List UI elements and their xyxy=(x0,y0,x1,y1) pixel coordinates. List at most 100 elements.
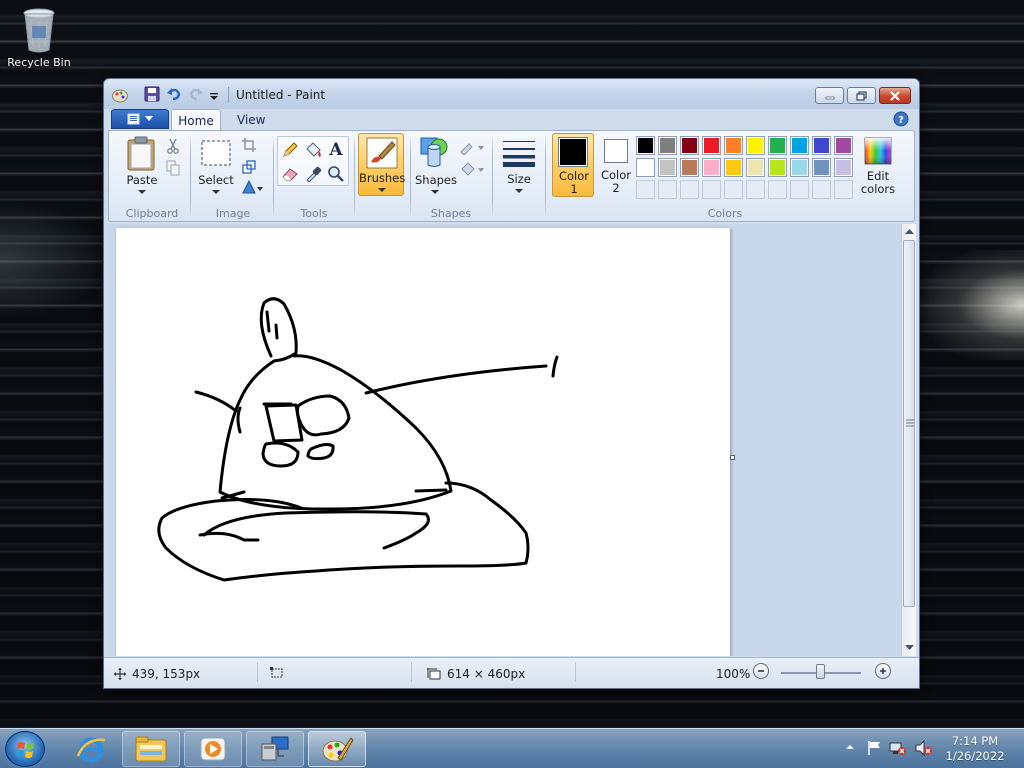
redo-icon[interactable] xyxy=(188,86,206,104)
zoom-slider-thumb[interactable] xyxy=(816,664,825,679)
palette-color-swatch[interactable] xyxy=(790,158,809,177)
palette-color-swatch[interactable] xyxy=(746,136,765,155)
palette-color-swatch[interactable] xyxy=(768,136,787,155)
color-1-label: Color 1 xyxy=(553,170,595,196)
palette-empty-slot[interactable] xyxy=(812,180,831,199)
color-1-swatch xyxy=(558,137,588,167)
palette-color-swatch[interactable] xyxy=(658,136,677,155)
palette-color-swatch[interactable] xyxy=(790,136,809,155)
palette-empty-slot[interactable] xyxy=(768,180,787,199)
paint-app-icon[interactable] xyxy=(111,86,129,104)
group-separator xyxy=(273,135,274,217)
vertical-scrollbar[interactable] xyxy=(901,224,916,656)
taskbar-paint[interactable] xyxy=(308,731,366,767)
select-button[interactable]: Select xyxy=(197,136,235,196)
fill-tool[interactable] xyxy=(303,140,323,160)
palette-empty-slot[interactable] xyxy=(658,180,677,199)
palette-empty-slot[interactable] xyxy=(680,180,699,199)
paint-bucket-icon xyxy=(306,142,321,157)
paint-menu-button[interactable] xyxy=(111,109,169,129)
palette-empty-slot[interactable] xyxy=(724,180,743,199)
resize-button[interactable] xyxy=(239,157,259,177)
palette-color-swatch[interactable] xyxy=(636,158,655,177)
edit-colors-button[interactable]: Edit colors xyxy=(859,134,897,198)
close-button[interactable] xyxy=(879,87,911,104)
zoom-in-button[interactable] xyxy=(875,663,891,679)
action-center-icon[interactable] xyxy=(866,740,884,756)
rotate-button[interactable] xyxy=(239,177,265,197)
customize-qat-icon[interactable] xyxy=(208,86,226,104)
brushes-label: Brushes xyxy=(359,171,406,185)
fill-shape-button[interactable] xyxy=(459,159,485,179)
tab-view[interactable]: View xyxy=(226,109,276,131)
palette-empty-slot[interactable] xyxy=(636,180,655,199)
taskbar-remote-desktop[interactable] xyxy=(246,731,304,767)
save-icon[interactable] xyxy=(144,86,162,104)
color-picker-tool[interactable] xyxy=(303,164,323,184)
palette-color-swatch[interactable] xyxy=(812,136,831,155)
palette-color-swatch[interactable] xyxy=(658,158,677,177)
color-1-button[interactable]: Color 1 xyxy=(552,133,594,197)
scroll-up-arrow[interactable] xyxy=(902,224,917,239)
shapes-button[interactable]: Shapes xyxy=(415,135,457,195)
desktop-icon-recycle-bin[interactable]: Recycle Bin xyxy=(6,6,72,69)
palette-empty-slot[interactable] xyxy=(746,180,765,199)
maximize-button[interactable] xyxy=(847,87,876,104)
outline-button[interactable] xyxy=(459,137,485,157)
volume-muted-icon xyxy=(915,739,932,757)
grip-icon xyxy=(906,419,914,427)
palette-color-swatch[interactable] xyxy=(680,136,699,155)
palette-color-swatch[interactable] xyxy=(724,136,743,155)
palette-color-swatch[interactable] xyxy=(636,136,655,155)
crop-button[interactable] xyxy=(239,135,259,155)
palette-empty-slot[interactable] xyxy=(834,180,853,199)
taskbar-windows-explorer[interactable] xyxy=(122,731,180,767)
taskbar-media-player[interactable] xyxy=(184,731,242,767)
ribbon-tab-bar: Home View ? xyxy=(104,109,919,131)
minus-icon xyxy=(758,670,764,672)
tab-home[interactable]: Home xyxy=(171,109,221,131)
remote-desktop-icon xyxy=(261,736,289,761)
select-label: Select xyxy=(198,173,234,187)
chevron-down-icon xyxy=(212,190,220,194)
zoom-out-button[interactable] xyxy=(753,663,769,679)
eraser-tool[interactable] xyxy=(280,164,300,184)
scroll-down-arrow[interactable] xyxy=(902,640,917,655)
palette-color-swatch[interactable] xyxy=(702,136,721,155)
palette-color-swatch[interactable] xyxy=(812,158,831,177)
copy-button[interactable] xyxy=(163,158,183,178)
text-tool[interactable]: A xyxy=(326,140,346,160)
network-icon[interactable] xyxy=(889,740,907,756)
pencil-tool[interactable] xyxy=(280,140,300,160)
size-button[interactable]: Size xyxy=(498,135,540,195)
title-bar[interactable]: Untitled - Paint xyxy=(104,79,919,109)
paste-button[interactable]: Paste xyxy=(123,136,161,196)
drawing-canvas[interactable] xyxy=(116,228,730,656)
show-hidden-icons-button[interactable] xyxy=(843,740,861,756)
cut-button[interactable] xyxy=(163,136,183,156)
magnifier-tool[interactable] xyxy=(326,164,346,184)
taskbar-clock[interactable]: 7:14 PM 1/26/2022 xyxy=(940,734,1010,764)
minimize-button[interactable] xyxy=(815,87,844,104)
maximize-icon xyxy=(855,90,867,101)
color-2-button[interactable]: Color 2 xyxy=(596,133,636,197)
start-button[interactable] xyxy=(5,731,45,767)
canvas-resize-handle[interactable] xyxy=(730,455,735,460)
taskbar-internet-explorer[interactable] xyxy=(62,731,120,767)
palette-color-swatch[interactable] xyxy=(746,158,765,177)
scrollbar-thumb[interactable] xyxy=(903,240,915,607)
palette-empty-slot[interactable] xyxy=(702,180,721,199)
palette-color-swatch[interactable] xyxy=(834,158,853,177)
palette-color-swatch[interactable] xyxy=(834,136,853,155)
palette-color-swatch[interactable] xyxy=(768,158,787,177)
palette-empty-slot[interactable] xyxy=(790,180,809,199)
palette-color-swatch[interactable] xyxy=(680,158,699,177)
help-button[interactable]: ? xyxy=(893,111,909,130)
line-size-icon xyxy=(503,141,535,167)
media-player-icon xyxy=(200,737,226,761)
brushes-button[interactable]: Brushes xyxy=(358,133,406,196)
palette-color-swatch[interactable] xyxy=(702,158,721,177)
volume-icon[interactable] xyxy=(914,739,932,757)
palette-color-swatch[interactable] xyxy=(724,158,743,177)
undo-icon[interactable] xyxy=(166,86,184,104)
